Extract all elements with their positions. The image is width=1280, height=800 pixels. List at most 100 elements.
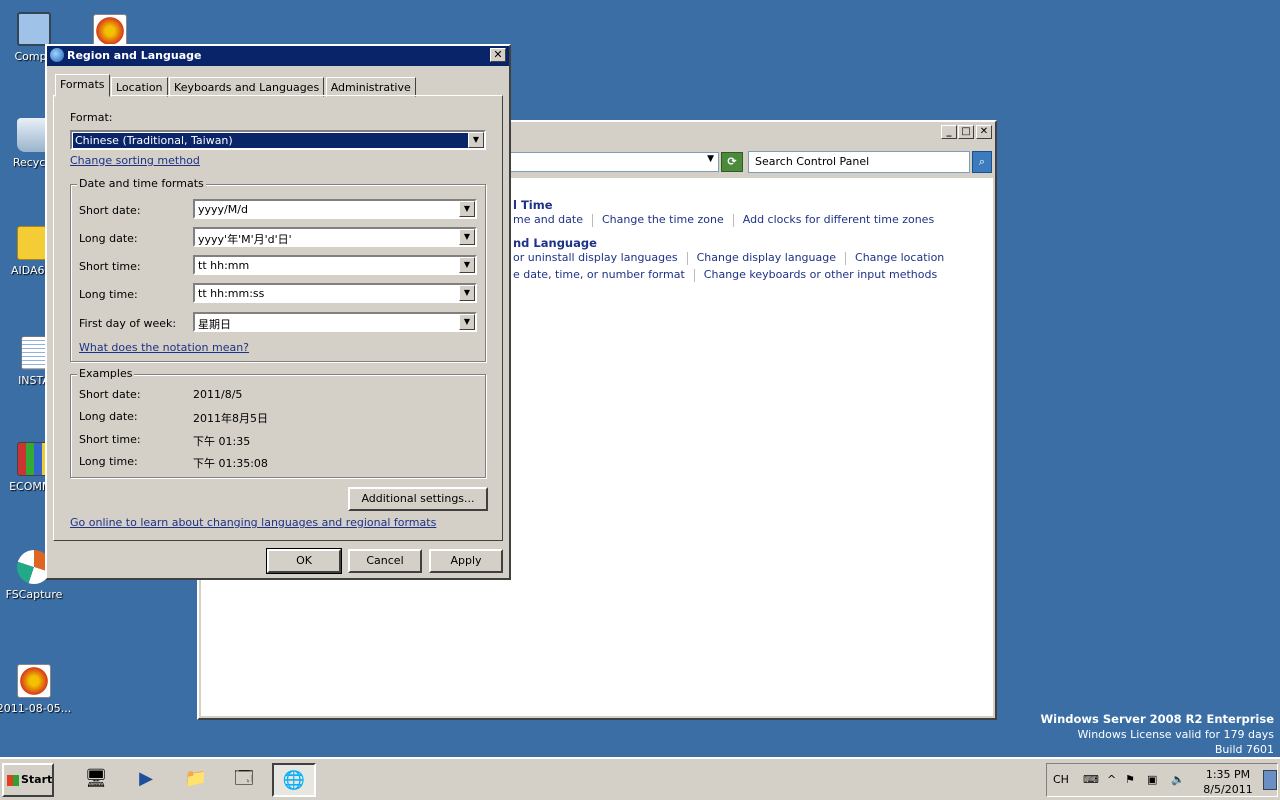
formats-panel: Format: Chinese (Traditional, Taiwan) ▼ …: [53, 95, 503, 541]
chevron-up-icon[interactable]: ^: [1107, 773, 1116, 786]
dialog-title: Region and Language: [67, 49, 202, 62]
speaker-icon[interactable]: 🔈: [1171, 773, 1185, 786]
dialog-titlebar[interactable]: Region and Language ✕: [47, 46, 509, 66]
close-button[interactable]: ✕: [490, 48, 506, 62]
example-long-time-value: 下午 01:35:08: [193, 457, 268, 470]
notation-link[interactable]: What does the notation mean?: [79, 341, 249, 354]
link-add-clocks[interactable]: Add clocks for different time zones: [743, 213, 934, 226]
tab-administrative[interactable]: Administrative: [325, 77, 416, 97]
search-icon: ⌕: [978, 155, 986, 168]
example-short-time-value: 下午 01:35: [193, 435, 251, 448]
region-section-links-row2: e date, time, or number format Change key…: [513, 268, 937, 282]
link-change-date-format[interactable]: e date, time, or number format: [513, 268, 685, 281]
long-date-label: Long date:: [79, 232, 138, 245]
refresh-button[interactable]: ⟳: [721, 152, 743, 172]
chevron-down-icon[interactable]: ▼: [468, 132, 484, 148]
image-file-icon: [17, 664, 51, 698]
first-day-select[interactable]: 星期日 ▼: [193, 312, 477, 332]
chevron-down-icon[interactable]: ▼: [459, 285, 475, 301]
maximize-button[interactable]: □: [958, 125, 974, 139]
format-label: Format:: [70, 111, 113, 124]
flag-icon[interactable]: ⚑: [1125, 773, 1135, 786]
explorer-folder-icon[interactable]: 📁: [174, 763, 218, 797]
apply-button[interactable]: Apply: [429, 549, 503, 573]
taskbar: Start 🖥 ▶ 📁 🗔 🌐 CH ⌨ ^ ⚑ ▣ 🔈 1:35 PM 8/5…: [0, 757, 1280, 800]
chevron-down-icon[interactable]: ▼: [459, 314, 475, 330]
desktop-icon-label: FSCapture: [5, 588, 63, 601]
examples-legend: Examples: [77, 367, 135, 380]
change-sorting-link[interactable]: Change sorting method: [70, 154, 200, 167]
link-change-time-zone[interactable]: Change the time zone: [602, 213, 724, 226]
short-time-value: tt hh:mm: [198, 259, 250, 272]
link-separator: [732, 213, 734, 227]
ok-button[interactable]: OK: [266, 548, 342, 574]
network-icon[interactable]: ▣: [1147, 773, 1157, 786]
link-separator: [845, 251, 847, 265]
short-date-select[interactable]: yyyy/M/d ▼: [193, 199, 477, 219]
link-separator: [693, 268, 695, 282]
short-date-value: yyyy/M/d: [198, 203, 248, 216]
datetime-formats-legend: Date and time formats: [77, 177, 206, 190]
close-button[interactable]: ✕: [976, 125, 992, 139]
control-panel-icon[interactable]: 🗔: [222, 763, 266, 797]
chevron-down-icon[interactable]: ▼: [459, 257, 475, 273]
minimize-button[interactable]: _: [941, 125, 957, 139]
cancel-button[interactable]: Cancel: [348, 549, 422, 573]
clock[interactable]: 1:35 PM 8/5/2011: [1195, 767, 1261, 797]
tab-formats[interactable]: Formats: [55, 74, 110, 97]
example-long-date-label: Long date:: [79, 410, 138, 423]
clock-date: 8/5/2011: [1203, 783, 1253, 796]
windows-logo-icon: [7, 775, 19, 786]
search-input[interactable]: Search Control Panel: [748, 151, 970, 173]
short-time-label: Short time:: [79, 260, 141, 273]
system-tray: CH ⌨ ^ ⚑ ▣ 🔈 1:35 PM 8/5/2011: [1046, 763, 1278, 797]
powershell-icon[interactable]: ▶: [124, 763, 168, 797]
computer-icon: [17, 12, 51, 46]
chevron-down-icon[interactable]: ▼: [707, 154, 714, 164]
format-select[interactable]: Chinese (Traditional, Taiwan) ▼: [70, 130, 486, 150]
long-time-label: Long time:: [79, 288, 138, 301]
long-time-select[interactable]: tt hh:mm:ss ▼: [193, 283, 477, 303]
link-change-display-language[interactable]: Change display language: [697, 251, 836, 264]
region-language-task-icon[interactable]: 🌐: [272, 763, 316, 797]
os-edition: Windows Server 2008 R2 Enterprise: [1040, 712, 1274, 726]
link-separator: [591, 213, 593, 227]
first-day-value: 星期日: [198, 318, 231, 331]
chevron-down-icon[interactable]: ▼: [459, 229, 475, 245]
long-date-value: yyyy'年'M'月'd'日': [198, 233, 292, 246]
language-indicator[interactable]: CH: [1053, 773, 1069, 786]
example-short-time-label: Short time:: [79, 433, 141, 446]
desktop-icon-label: 2011-08-05...: [0, 702, 72, 715]
first-day-label: First day of week:: [79, 317, 177, 330]
build-number: Build 7601: [1214, 743, 1274, 756]
search-button[interactable]: ⌕: [972, 151, 992, 173]
online-help-link[interactable]: Go online to learn about changing langua…: [70, 516, 436, 529]
short-time-select[interactable]: tt hh:mm ▼: [193, 255, 477, 275]
link-uninstall-display-languages[interactable]: or uninstall display languages: [513, 251, 678, 264]
tab-location[interactable]: Location: [111, 77, 168, 97]
chevron-down-icon[interactable]: ▼: [459, 201, 475, 217]
clock-section-heading[interactable]: l Time: [513, 198, 553, 212]
link-set-time-date[interactable]: me and date: [513, 213, 583, 226]
desktop-icon-screenshot[interactable]: 2011-08-05...: [0, 664, 72, 715]
region-section-heading[interactable]: nd Language: [513, 236, 597, 250]
region-language-dialog: Region and Language ✕ Formats Location K…: [45, 44, 511, 580]
long-time-value: tt hh:mm:ss: [198, 287, 265, 300]
keyboard-icon[interactable]: ⌨: [1083, 773, 1099, 786]
link-change-keyboards[interactable]: Change keyboards or other input methods: [704, 268, 937, 281]
link-change-location[interactable]: Change location: [855, 251, 944, 264]
show-desktop-icon[interactable]: [1263, 770, 1277, 790]
image-file-icon: [93, 14, 127, 48]
clock-time: 1:35 PM: [1205, 768, 1251, 781]
region-section-links-row1: or uninstall display languages Change dis…: [513, 251, 944, 265]
server-manager-icon[interactable]: 🖥: [74, 763, 118, 797]
tab-keyboards-languages[interactable]: Keyboards and Languages: [169, 77, 325, 97]
long-date-select[interactable]: yyyy'年'M'月'd'日' ▼: [193, 227, 477, 247]
datetime-formats-group: Date and time formats Short date: yyyy/M…: [70, 177, 486, 362]
start-label: Start: [21, 773, 53, 786]
example-long-date-value: 2011年8月5日: [193, 412, 268, 425]
start-button[interactable]: Start: [2, 763, 54, 797]
additional-settings-button[interactable]: Additional settings...: [348, 487, 488, 511]
globe-icon: [50, 48, 64, 62]
tab-strip: Formats Location Keyboards and Languages…: [55, 74, 416, 97]
